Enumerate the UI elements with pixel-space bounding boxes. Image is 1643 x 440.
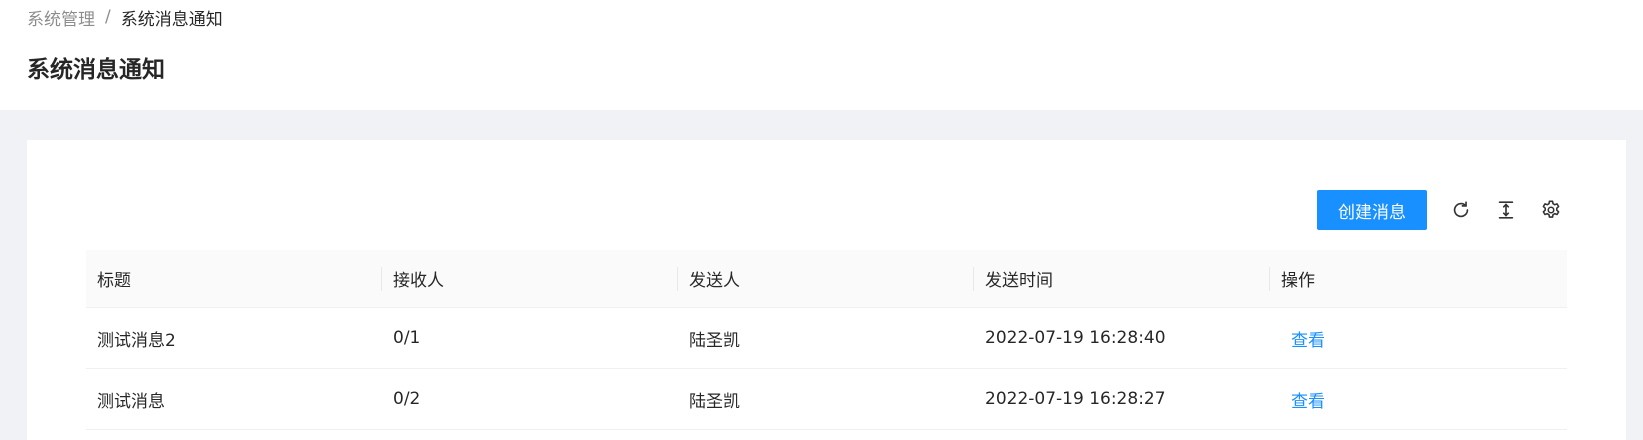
cell-actions: 查看 [1270,308,1567,368]
view-link[interactable]: 查看 [1291,387,1325,412]
column-header-receivers: 接收人 [382,250,678,307]
reload-icon[interactable] [1448,197,1474,223]
page-title: 系统消息通知 [27,57,165,83]
cell-sender: 陆圣凯 [689,391,740,412]
create-message-button[interactable]: 创建消息 [1317,190,1427,230]
column-header-send-time: 发送时间 [974,250,1270,307]
cell-receivers: 0/1 [393,328,421,348]
cell-actions: 查看 [1270,369,1567,429]
table-row: 测试消息2 0/1 陆圣凯 2022-07-19 16:28:40 查看 [86,308,1567,369]
cell-sender: 陆圣凯 [689,330,740,351]
column-header-title: 标题 [86,250,382,307]
cell-send-time: 2022-07-19 16:28:27 [985,389,1166,409]
table-header: 标题 接收人 发送人 发送时间 操作 [86,250,1567,308]
message-table: 标题 接收人 发送人 发送时间 操作 测试消息2 0/1 陆圣凯 2022-07… [86,250,1567,430]
cell-title: 测试消息2 [97,330,176,351]
breadcrumb: 系统管理 / 系统消息通知 [27,5,223,30]
cell-title: 测试消息 [97,391,165,412]
breadcrumb-item-current: 系统消息通知 [120,9,223,30]
page-header: 系统管理 / 系统消息通知 系统消息通知 [0,0,1643,110]
table-row: 测试消息 0/2 陆圣凯 2022-07-19 16:28:27 查看 [86,369,1567,430]
column-header-sender: 发送人 [678,250,974,307]
column-height-icon[interactable] [1493,197,1519,223]
view-link[interactable]: 查看 [1291,326,1325,351]
cell-receivers: 0/2 [393,389,421,409]
breadcrumb-item-system-management[interactable]: 系统管理 [27,5,95,30]
setting-icon[interactable] [1538,197,1564,223]
breadcrumb-separator: / [105,7,111,27]
column-header-actions: 操作 [1281,271,1315,291]
cell-send-time: 2022-07-19 16:28:40 [985,328,1166,348]
